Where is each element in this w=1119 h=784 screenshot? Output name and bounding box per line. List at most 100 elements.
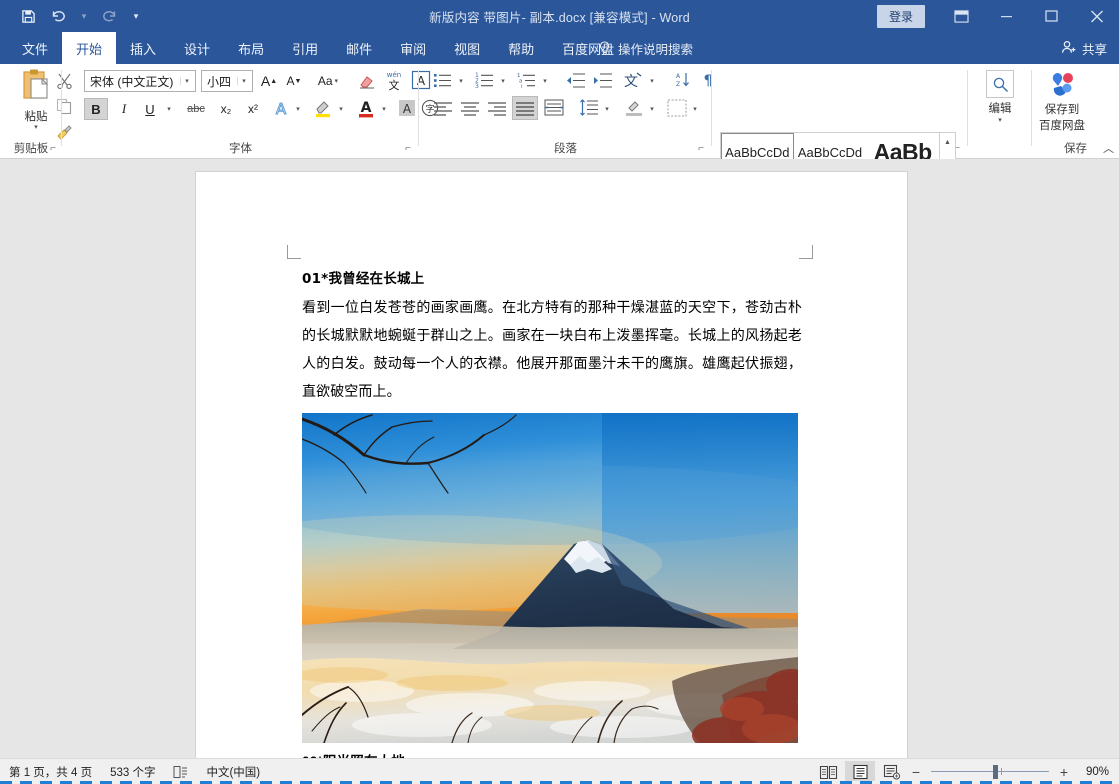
- tab-help[interactable]: 帮助: [494, 32, 548, 64]
- text-effects-icon[interactable]: A: [270, 97, 292, 119]
- close-icon[interactable]: [1074, 0, 1119, 32]
- font-dialog-launcher[interactable]: ⌐: [402, 143, 414, 155]
- language-indicator[interactable]: 中文(中国): [197, 764, 269, 780]
- svg-text:文: 文: [624, 74, 638, 89]
- clear-formatting-icon[interactable]: [355, 70, 379, 92]
- editing-button[interactable]: 编辑 ▾: [978, 70, 1022, 124]
- multilevel-list-icon[interactable]: 1ai: [515, 69, 539, 91]
- zoom-thumb[interactable]: [993, 765, 998, 779]
- line-spacing-icon[interactable]: [577, 96, 601, 119]
- decrease-indent-icon[interactable]: [564, 69, 588, 91]
- svg-text:文: 文: [389, 78, 400, 91]
- font-color-dropdown-icon[interactable]: ▾: [377, 98, 391, 120]
- chevron-down-icon[interactable]: ▾: [237, 77, 250, 85]
- maximize-icon[interactable]: [1029, 0, 1074, 32]
- tab-mailings[interactable]: 邮件: [332, 32, 386, 64]
- window-controls: 登录: [877, 0, 1119, 32]
- numbering-dropdown-icon[interactable]: ▾: [496, 70, 510, 92]
- svg-text:3: 3: [475, 83, 479, 89]
- svg-text:A: A: [676, 73, 681, 80]
- chevron-down-icon[interactable]: ▾: [180, 77, 193, 85]
- shrink-font-icon[interactable]: A▼: [283, 70, 305, 92]
- zoom-level[interactable]: 90%: [1073, 766, 1109, 778]
- collapse-ribbon-icon[interactable]: ︿: [1103, 140, 1114, 156]
- superscript-button[interactable]: x²: [241, 98, 265, 120]
- paragraph-dialog-launcher[interactable]: ⌐: [695, 143, 707, 155]
- document-canvas[interactable]: 01*我曾经在长城上 看到一位白发苍苍的画家画鹰。在北方特有的那种干燥湛蓝的天空…: [0, 159, 1119, 758]
- bold-button[interactable]: B: [84, 98, 108, 120]
- zoom-out-button[interactable]: −: [909, 764, 923, 780]
- bullet-list-icon[interactable]: [431, 69, 455, 91]
- margin-mark-top-left: [287, 245, 301, 259]
- zoom-slider[interactable]: [931, 762, 1049, 782]
- paste-label: 粘贴: [25, 108, 48, 124]
- print-layout-icon[interactable]: [845, 761, 875, 783]
- ribbon-group-clipboard: 粘贴 ▾ 剪贴板 ⌐: [0, 64, 62, 159]
- paste-dropdown-icon[interactable]: ▾: [34, 125, 38, 131]
- ribbon-display-options-icon[interactable]: [939, 0, 984, 32]
- font-size-combo[interactable]: 小四 ▾: [201, 70, 253, 92]
- signin-button[interactable]: 登录: [877, 5, 925, 28]
- document-heading-1: 01*我曾经在长城上: [302, 267, 802, 287]
- underline-dropdown-icon[interactable]: ▾: [162, 98, 176, 120]
- proofing-errors-icon[interactable]: [164, 765, 197, 779]
- tab-file[interactable]: 文件: [8, 32, 62, 64]
- zoom-in-button[interactable]: +: [1057, 764, 1071, 780]
- highlight-dropdown-icon[interactable]: ▾: [334, 98, 348, 120]
- text-effects-dropdown-icon[interactable]: ▾: [291, 98, 305, 120]
- tab-insert[interactable]: 插入: [116, 32, 170, 64]
- increase-indent-icon[interactable]: [591, 69, 615, 91]
- grow-font-icon[interactable]: A▲: [258, 70, 280, 92]
- distribute-text-icon[interactable]: [542, 96, 566, 119]
- minimize-icon[interactable]: [984, 0, 1029, 32]
- align-left-icon[interactable]: [431, 97, 455, 119]
- shading-icon[interactable]: [622, 96, 646, 119]
- phonetic-guide-icon[interactable]: wén文: [382, 68, 406, 92]
- align-right-icon[interactable]: [485, 97, 509, 119]
- paste-clipboard-icon: [19, 68, 53, 107]
- text-highlight-icon[interactable]: [311, 96, 335, 120]
- document-page[interactable]: 01*我曾经在长城上 看到一位白发苍苍的画家画鹰。在北方特有的那种干燥湛蓝的天空…: [196, 172, 907, 758]
- tab-references[interactable]: 引用: [278, 32, 332, 64]
- word-count[interactable]: 533 个字: [101, 764, 164, 780]
- asian-layout-dropdown-icon[interactable]: ▾: [645, 70, 659, 92]
- multilevel-dropdown-icon[interactable]: ▾: [538, 70, 552, 92]
- read-mode-icon[interactable]: [813, 761, 843, 783]
- align-center-icon[interactable]: [458, 97, 482, 119]
- italic-button[interactable]: I: [112, 98, 136, 120]
- page-indicator[interactable]: 第 1 页，共 4 页: [0, 764, 101, 780]
- change-case-button[interactable]: Aa ▾: [312, 70, 344, 92]
- tab-home[interactable]: 开始: [62, 32, 116, 64]
- justify-icon[interactable]: [512, 96, 538, 120]
- underline-button[interactable]: U: [139, 98, 161, 120]
- chevron-down-icon[interactable]: ▾: [998, 118, 1002, 124]
- line-spacing-dropdown-icon[interactable]: ▾: [600, 98, 614, 120]
- borders-dropdown-icon[interactable]: ▾: [688, 98, 702, 120]
- web-layout-icon[interactable]: [877, 761, 907, 783]
- bullets-dropdown-icon[interactable]: ▾: [454, 70, 468, 92]
- scroll-up-icon[interactable]: ▲: [940, 133, 955, 152]
- character-shading-icon[interactable]: A: [396, 97, 418, 119]
- document-image-mount-fuji[interactable]: [302, 413, 798, 743]
- save-to-baidu-netdisk-button[interactable]: 保存到 百度网盘: [1032, 70, 1092, 133]
- tab-view[interactable]: 视图: [440, 32, 494, 64]
- svg-text:wén: wén: [387, 71, 401, 79]
- strikethrough-button[interactable]: abc: [182, 98, 210, 120]
- share-button[interactable]: 共享: [1061, 32, 1107, 64]
- tell-me-search[interactable]: 操作说明搜索: [598, 32, 693, 64]
- tab-design[interactable]: 设计: [170, 32, 224, 64]
- tab-layout[interactable]: 布局: [224, 32, 278, 64]
- document-body[interactable]: 01*我曾经在长城上 看到一位白发苍苍的画家画鹰。在北方特有的那种干燥湛蓝的天空…: [302, 267, 802, 406]
- borders-icon[interactable]: [665, 96, 689, 119]
- subscript-button[interactable]: x₂: [214, 98, 238, 120]
- clipboard-dialog-launcher[interactable]: ⌐: [47, 143, 59, 155]
- document-heading-2: 02*阳光照在大地: [302, 750, 405, 758]
- font-name-combo[interactable]: 宋体 (中文正文) ▾: [84, 70, 196, 92]
- font-color-icon[interactable]: A: [354, 96, 378, 120]
- tab-review[interactable]: 审阅: [386, 32, 440, 64]
- sort-icon[interactable]: AZ: [670, 69, 694, 91]
- svg-text:A: A: [276, 100, 287, 117]
- shading-dropdown-icon[interactable]: ▾: [645, 98, 659, 120]
- asian-layout-icon[interactable]: 文: [622, 69, 646, 91]
- numbered-list-icon[interactable]: 123: [473, 69, 497, 91]
